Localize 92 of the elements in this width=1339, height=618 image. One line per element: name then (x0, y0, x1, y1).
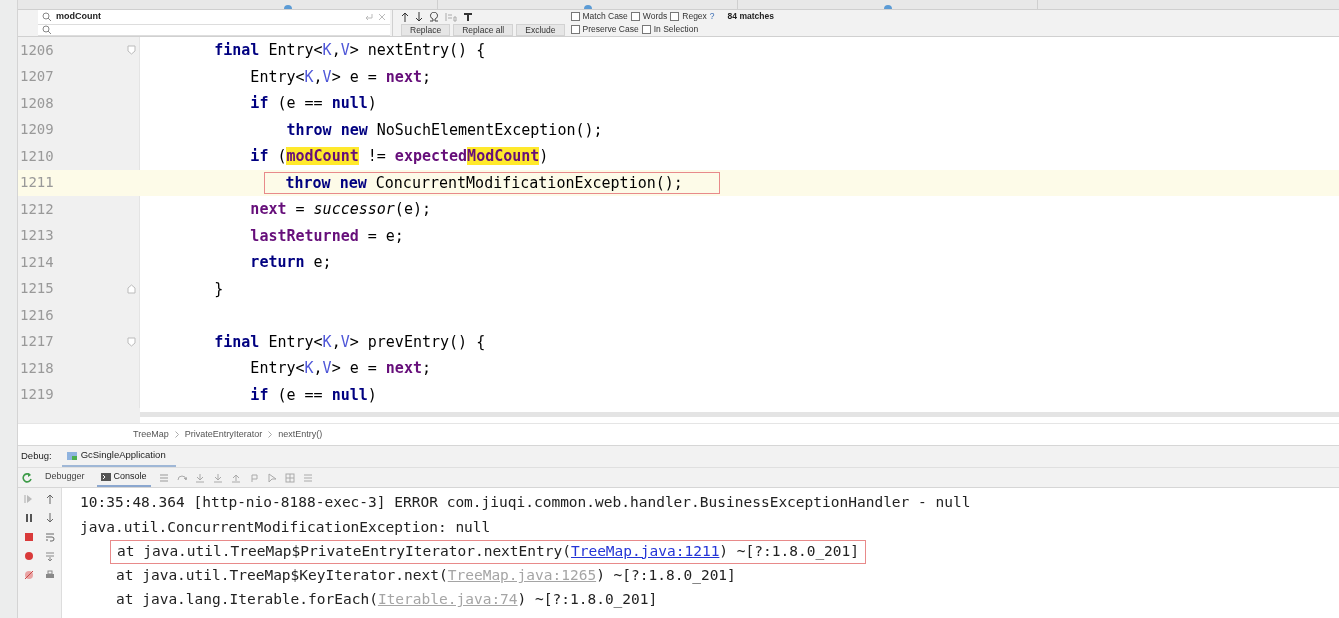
line-number: 1213 (20, 226, 54, 246)
pause-icon[interactable] (23, 513, 34, 523)
code-line: throw new NoSuchElementException(); (285, 119, 603, 141)
line-number: 1214 (20, 252, 54, 272)
breadcrumb-item[interactable]: TreeMap (133, 427, 169, 442)
replace-button[interactable]: Replace all (453, 23, 514, 36)
omega-icon[interactable] (429, 11, 439, 22)
code-line: throw new ConcurrentModificationException(); (285, 173, 683, 192)
panel-tab[interactable]: Console (96, 468, 151, 487)
line-number: 1211 (20, 173, 54, 193)
breadcrumb-item[interactable]: nextEntry() (278, 427, 323, 442)
up-arrow-icon[interactable] (45, 494, 56, 504)
checkbox[interactable] (630, 12, 640, 21)
down-arrow-icon[interactable] (415, 11, 423, 22)
checkbox-label: In Selection (653, 23, 699, 36)
code-line: if (e == null) (249, 93, 377, 114)
breakpoints-icon[interactable] (23, 551, 34, 561)
line-number: 1212 (20, 199, 54, 219)
search-field[interactable]: modCount (38, 10, 390, 25)
checkbox-label: Match Case (582, 10, 628, 23)
match-count: 84 matches (727, 10, 774, 23)
log-text: at java.util.TreeMap$PrivateEntryIterator.nextEntry( (117, 542, 571, 559)
console-icon (100, 472, 111, 481)
print-icon[interactable] (45, 570, 56, 580)
horizontal-scrollbar[interactable] (140, 412, 1339, 417)
log-text: at java.util.TreeMap$KeyIterator.next( (116, 566, 448, 586)
code-line: final Entry<K,V> nextEntry() { (213, 40, 486, 61)
code-line: return e; (249, 252, 332, 273)
list-icon[interactable] (158, 472, 169, 483)
fold-icon[interactable] (126, 336, 136, 347)
filter-icon[interactable] (463, 11, 473, 22)
select-all-icon[interactable] (445, 11, 457, 22)
checkbox-label: Regex (682, 10, 707, 23)
list-icon[interactable] (302, 472, 313, 483)
checkbox[interactable] (570, 25, 580, 34)
code-line: lastReturned = e; (249, 225, 404, 247)
fold-icon[interactable] (126, 45, 136, 56)
newline-icon[interactable] (364, 12, 374, 21)
checkbox-label: Words (642, 10, 668, 23)
mute-breakpoints-icon[interactable] (23, 570, 34, 580)
line-number: 1206 (20, 40, 54, 60)
replace-button[interactable]: Exclude (516, 23, 565, 36)
rerun-icon[interactable] (21, 471, 33, 484)
up-arrow-icon[interactable] (401, 11, 409, 22)
line-number: 1210 (20, 146, 54, 166)
code-line: final Entry<K,V> prevEntry() { (213, 331, 486, 353)
log-text: at java.lang.Iterable.forEach( (116, 590, 378, 610)
grid-icon[interactable] (284, 472, 295, 483)
fold-icon[interactable] (126, 283, 136, 294)
code-line: Entry<K,V> e = next; (249, 358, 431, 379)
breadcrumb-item[interactable]: PrivateEntryIterator (184, 427, 263, 442)
log-text: ) ~[?:1.8.0_201] (719, 542, 860, 559)
line-number: 1207 (20, 67, 54, 87)
chevron-icon (268, 431, 273, 438)
line-number: 1218 (20, 358, 54, 378)
search-icon (42, 25, 52, 35)
line-number: 1215 (20, 279, 54, 299)
resume-icon[interactable] (23, 494, 34, 504)
checkbox[interactable] (641, 25, 651, 34)
down-arrow-icon[interactable] (45, 513, 56, 523)
line-number: 1217 (20, 332, 54, 352)
wrap-icon[interactable] (45, 532, 56, 542)
checkbox-label: Preserve Case (582, 23, 639, 36)
log-text: 10:35:48.364 [http-nio-8188-exec-3] ERROR com.jiuqi.common.web.handler.BusinessExceptionHandler - null (80, 493, 971, 513)
stop-icon[interactable] (23, 532, 34, 542)
line-number: 1209 (20, 120, 54, 140)
line-number: 1208 (20, 93, 54, 113)
line-number: 1216 (20, 305, 54, 325)
code-line: if (e == null) (249, 384, 377, 406)
step-icon[interactable] (176, 472, 187, 483)
close-icon[interactable] (378, 12, 386, 21)
checkbox[interactable] (670, 12, 680, 21)
file-tab-icon[interactable] (583, 4, 592, 9)
panel-label: Debug: (21, 449, 52, 464)
app-icon (65, 450, 78, 461)
code-line: next = successor(e); (249, 199, 431, 220)
help-link[interactable]: ? (709, 10, 715, 23)
panel-tab[interactable]: Debugger (41, 468, 89, 487)
line-number: 1219 (20, 385, 54, 405)
scroll-end-icon[interactable] (45, 551, 56, 561)
file-tab-icon[interactable] (283, 4, 292, 9)
log-text: ) ~[?:1.8.0_201] (517, 590, 658, 610)
log-text: ) ~[?:1.8.0_201] (596, 566, 736, 586)
file-tab-icon[interactable] (883, 4, 892, 9)
source-link[interactable]: TreeMap.java:1211 (570, 542, 720, 559)
replace-button[interactable]: Replace (401, 23, 451, 36)
chevron-icon (174, 431, 179, 438)
code-line: } (213, 278, 224, 300)
code-line: Entry<K,V> e = next; (249, 66, 431, 88)
checkbox[interactable] (570, 12, 580, 21)
search-icon (42, 12, 52, 22)
log-text: java.util.ConcurrentModificationException: null (80, 517, 491, 537)
